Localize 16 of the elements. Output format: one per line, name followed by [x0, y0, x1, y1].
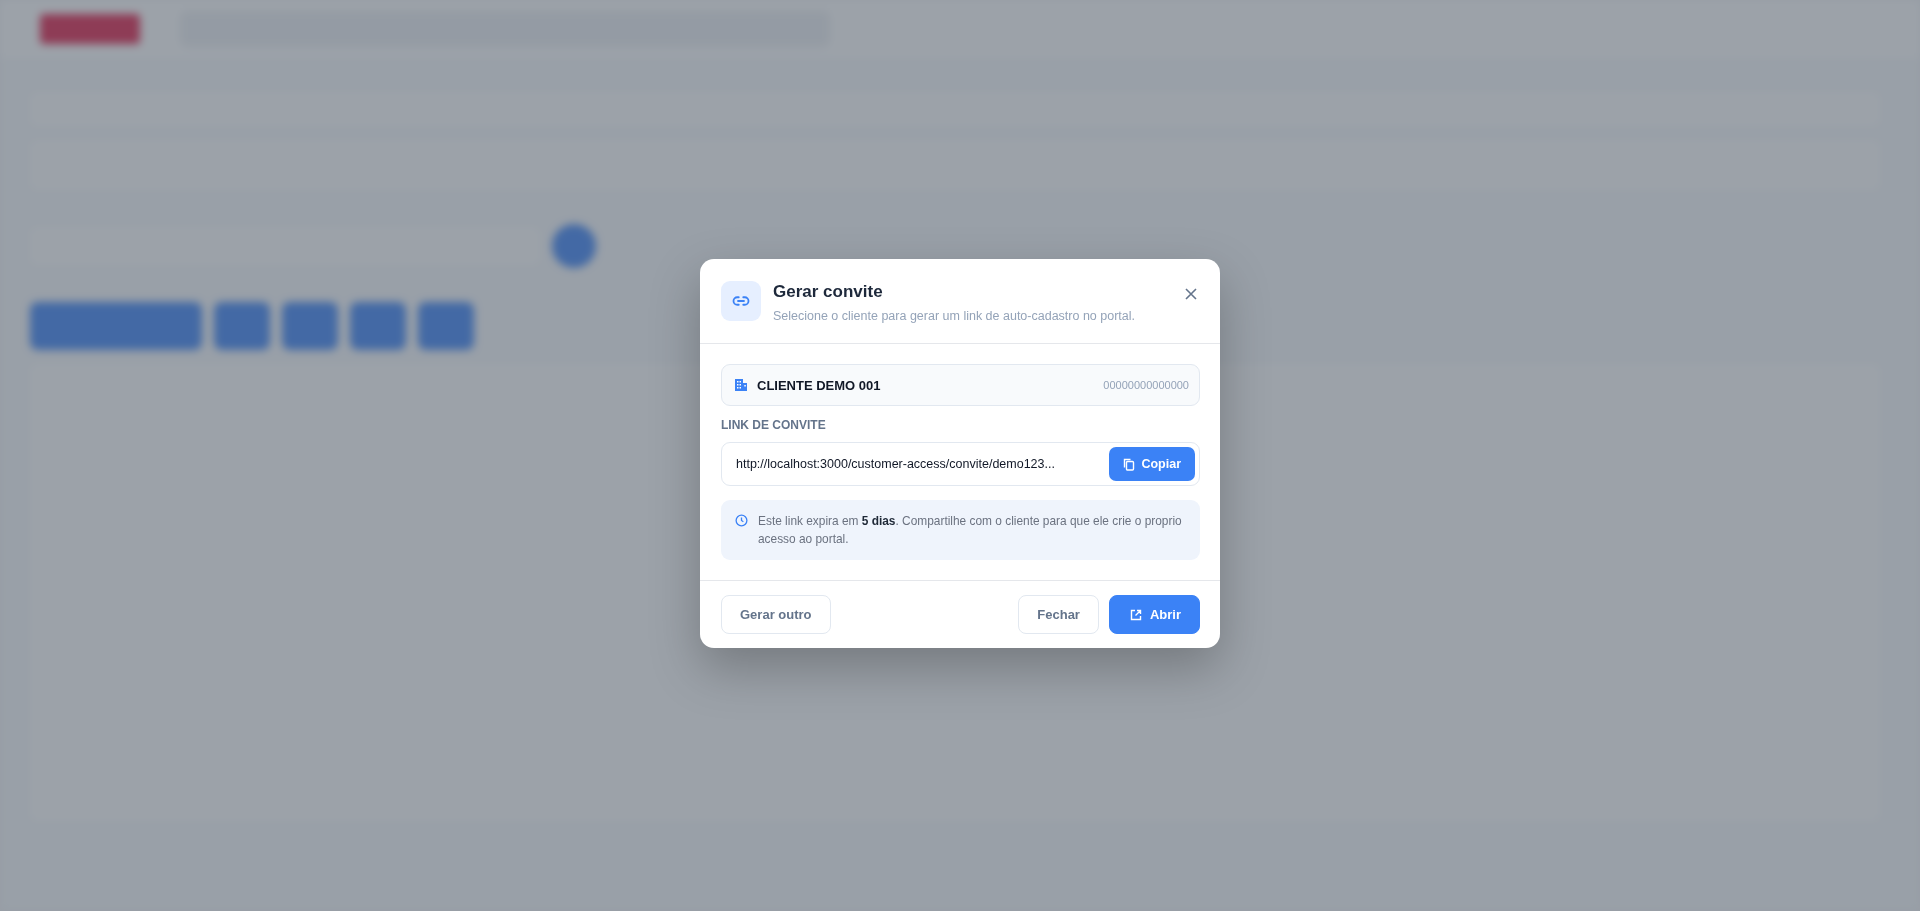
close-button[interactable]: Fechar	[1018, 595, 1099, 634]
link-label: LINK DE CONVITE	[721, 418, 827, 432]
copy-button[interactable]: Copiar	[1109, 447, 1195, 481]
dialog-subtitle: Selecione o cliente para gerar um link de auto-cadastro no portal.	[773, 309, 1137, 323]
invite-link-field[interactable]: http://localhost:3000/customer-access/convite/demo123... Copiar	[721, 442, 1200, 486]
dialog-title: Gerar convite	[773, 282, 884, 302]
external-link-icon	[1129, 608, 1142, 621]
building-icon	[734, 378, 748, 392]
link-icon	[721, 281, 761, 321]
clock-icon	[735, 514, 748, 527]
client-name: CLIENTE DEMO 001	[757, 377, 882, 393]
regenerate-button[interactable]: Gerar outro	[721, 595, 831, 634]
copy-icon	[1123, 457, 1136, 471]
notice-text: Este link expira em 5 dias. Compartilhe com o cliente para que ele crie o proprio acesso ao portal.	[758, 513, 1183, 548]
client-code: 00000000000000	[1103, 379, 1189, 391]
open-button[interactable]: Abrir	[1108, 595, 1200, 634]
